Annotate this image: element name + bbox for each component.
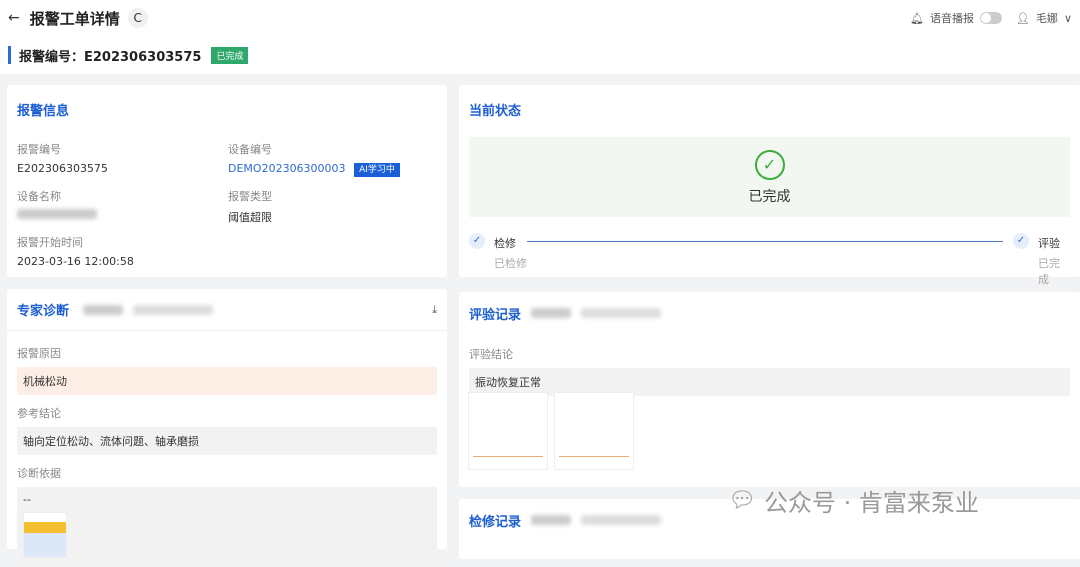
- alarm-start-time: 2023-03-16 12:00:58: [17, 255, 134, 268]
- redacted: [581, 515, 662, 525]
- download-icon[interactable]: ⤓: [432, 303, 437, 317]
- current-status: 已完成: [748, 189, 791, 205]
- status-badge: 已完成: [211, 46, 249, 64]
- order-number: 报警编号：E202306303575: [19, 49, 202, 65]
- basis-label: 诊断依据: [17, 467, 61, 480]
- ai-learning-tag: AI学习中: [354, 163, 400, 177]
- wechat-icon: 💬︎: [728, 488, 756, 513]
- step-line: [527, 241, 1003, 242]
- card-title: 报警信息: [17, 104, 70, 119]
- order-header: 报警编号：E202306303575 已完成: [0, 36, 1080, 74]
- step-check-icon: ✓: [469, 233, 485, 249]
- step-sub: 已检修: [494, 257, 527, 270]
- basis-image-thumbnail[interactable]: [23, 512, 67, 558]
- user-icon: 👤︎: [1015, 11, 1030, 25]
- redacted: [531, 515, 572, 525]
- device-number-link[interactable]: DEMO202306300003: [228, 162, 346, 175]
- alarm-type: 阈值超限: [228, 211, 272, 224]
- card-title: 当前状态: [469, 104, 522, 119]
- voice-label: 语音播报: [929, 12, 974, 25]
- conclusion-value: 轴向定位松动、流体问题、轴承磨损: [17, 427, 437, 455]
- basis-value: --: [23, 493, 31, 506]
- expert-diagnosis-card: 专家诊断 ⤓ 报警原因 机械松动 参考结论 轴向定位松动、流体问题、轴承磨损 诊…: [7, 289, 447, 567]
- field-label: 设备名称: [17, 190, 61, 203]
- status-panel: ✓ 已完成: [469, 137, 1070, 217]
- step-name: 检修: [494, 237, 516, 250]
- card-title: 检修记录: [469, 514, 522, 530]
- watermark-text: 公众号 · 肯富来泵业: [763, 489, 979, 517]
- step-check-icon: ✓: [1013, 233, 1029, 249]
- page-title: 报警工单详情: [29, 9, 120, 28]
- user-menu[interactable]: 毛娜: [1036, 10, 1058, 26]
- step-sub: 已完成: [1038, 257, 1060, 286]
- check-circle-icon: ✓: [754, 150, 785, 180]
- status-card: 当前状态 ✓ 已完成 ✓ 检修 已检修 ✓ 评验 已完成: [459, 85, 1080, 286]
- chart-thumbnail[interactable]: [554, 392, 634, 470]
- alarm-info-card: 报警信息 报警编号 E202306303575 设备编号 DEMO2023063…: [7, 85, 447, 277]
- bell-icon[interactable]: 🔔︎: [910, 12, 924, 25]
- card-title: 评验记录: [469, 307, 522, 323]
- field-label: 报警编号: [17, 143, 61, 156]
- redacted: [531, 308, 572, 318]
- accent-bar: [8, 46, 11, 64]
- field-label: 设备编号: [228, 143, 272, 156]
- watermark: 💬︎ 公众号 · 肯富来泵业: [728, 483, 979, 518]
- back-arrow-icon[interactable]: ←: [8, 10, 20, 26]
- redacted: [83, 304, 124, 315]
- redacted: [133, 304, 214, 315]
- refresh-icon[interactable]: C: [127, 8, 148, 28]
- chart-thumbnail[interactable]: [468, 392, 548, 470]
- review-record-card: 评验记录 评验结论 振动恢复正常: [459, 292, 1080, 487]
- alarm-number: E202306303575: [17, 162, 108, 175]
- top-bar: ← 报警工单详情 C 🔔︎ 语音播报 👤︎ 毛娜 ∨: [0, 0, 1080, 36]
- field-label: 报警开始时间: [17, 236, 83, 249]
- card-title: 专家诊断: [17, 304, 70, 319]
- field-label: 报警类型: [228, 190, 272, 203]
- redacted: [581, 308, 662, 318]
- cause-label: 报警原因: [17, 347, 61, 360]
- conclusion-label: 参考结论: [17, 407, 61, 420]
- voice-toggle[interactable]: [979, 12, 1002, 24]
- chevron-down-icon[interactable]: ∨: [1064, 12, 1072, 25]
- step-name: 评验: [1038, 237, 1060, 250]
- cause-value: 机械松动: [17, 367, 437, 395]
- review-conclusion-label: 评验结论: [469, 348, 513, 361]
- device-name-redacted: [17, 209, 97, 219]
